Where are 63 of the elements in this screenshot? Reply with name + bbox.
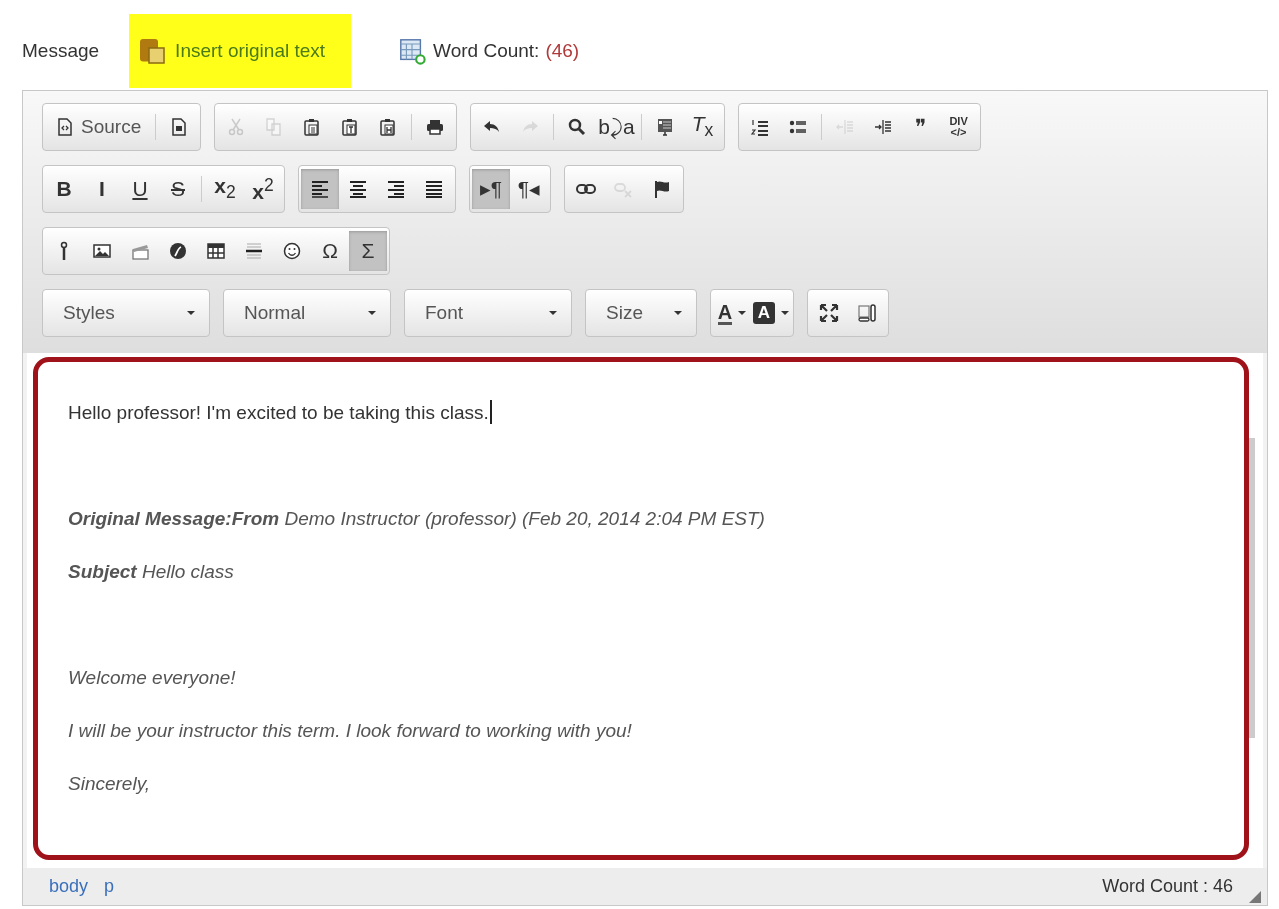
paragraph: Original Message:From Demo Instructor (professor) (Feb 20, 2014 2:04 PM EST) [68,507,766,531]
paragraph: Subject Hello class [68,560,235,584]
dropdown[interactable]: Normal [226,291,388,335]
text-color-button[interactable]: A [713,293,751,333]
image-icon [92,241,112,261]
justify-icon [424,179,444,199]
paragraph: I will be your instructor this term. I look forward to working with you! [68,719,633,743]
outdent-icon [834,117,855,137]
format-button[interactable]: Σ [349,231,387,271]
flash-icon [168,241,188,261]
source-button[interactable]: Source [45,107,152,147]
paragraph: Welcome everyone! [68,666,237,690]
format-button[interactable]: B [45,169,83,209]
element-path-link[interactable]: p [104,876,115,897]
maximize-icon [819,303,839,323]
word-count: Word Count : 46 [1102,876,1233,897]
format-button[interactable]: ¶◂ [510,169,548,209]
format-button[interactable]: U [121,169,159,209]
format-button[interactable]: ▸¶ [472,169,510,209]
background-color-button[interactable]: A [751,293,791,333]
paragraph: Hello professor! I'm excited to be taking this class. [68,394,1214,432]
horizontal-rule-icon [244,241,264,261]
resize-handle-icon[interactable] [1249,891,1261,903]
numbered-list-icon [749,117,770,137]
format-button[interactable]: b⤸a [596,107,637,147]
insert-original-text-link[interactable]: Insert original text [129,14,352,88]
element-path-link[interactable]: body [49,876,89,897]
smiley-icon [282,241,302,261]
source-file-icon [55,117,75,137]
caret-icon [738,311,747,315]
clipboard-icon [137,36,168,66]
dropdown[interactable]: Size [588,291,694,335]
caret-icon [674,311,682,315]
word-count-value: (46) [545,40,580,62]
format-button[interactable]: DIV </> [939,107,978,147]
table-icon [206,241,226,261]
align-left-icon [310,179,330,199]
search-icon [567,117,588,137]
format-button[interactable]: ❞ [901,107,940,147]
caret-icon [368,311,376,315]
format-button[interactable]: x$_{2}$ [206,169,244,209]
caret-icon [781,311,789,315]
field-label: Message [22,40,100,62]
word-count-icon [397,37,428,65]
paragraph: Sincerely, [68,772,151,796]
format-button[interactable]: I [83,169,121,209]
printer-icon [425,117,446,137]
dropdown[interactable]: Font [407,291,569,335]
indent-icon [872,117,893,137]
dropdown[interactable]: Styles [45,291,207,335]
scrollbar[interactable] [1249,438,1255,738]
caret-icon [549,311,557,315]
align-center-icon [348,179,368,199]
word-count-label: Word Count: [433,40,540,62]
align-left-button[interactable] [301,169,339,209]
caret-icon [187,311,195,315]
align-right-icon [386,179,406,199]
format-button[interactable]: T$_{x}$ [683,107,722,147]
show-blocks-icon [857,303,877,323]
format-button[interactable]: S [159,169,197,209]
format-button[interactable]: Ω [311,231,349,271]
format-button[interactable]: x$^{2}$ [244,169,282,209]
flag-icon [652,179,672,199]
